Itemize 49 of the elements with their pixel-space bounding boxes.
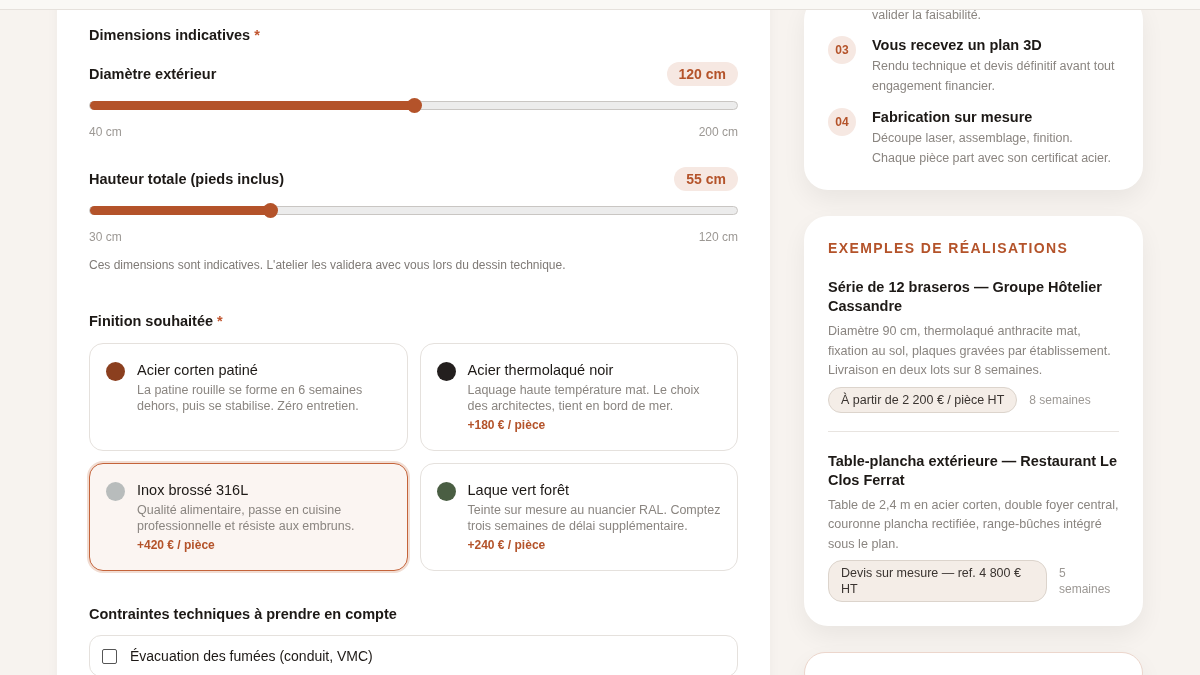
duration-text: 5 semaines	[1059, 565, 1112, 597]
option-title: Acier thermolaqué noir	[467, 361, 615, 380]
example-title: Série de 12 braseros — Groupe Hôtelier Cassandre	[828, 278, 1103, 316]
example-title: Table-plancha extérieure — Restaurant Le Clos Ferrat	[828, 451, 1119, 490]
step-number: 04	[828, 108, 856, 136]
range-min: 30 cm	[89, 230, 122, 244]
section-label: Finition souhaitée *	[89, 312, 224, 330]
card-heading: EXEMPLES DE RÉALISATIONS	[828, 240, 1070, 256]
checkbox[interactable]	[102, 648, 117, 664]
price-tag: À partir de 2 200 € / pièce HT	[828, 386, 1018, 413]
option-description: Laquage haute température mat. Le choix des architectes, tient en bord de mer.	[467, 382, 701, 414]
option-title: Laque vert forêt	[467, 481, 571, 500]
option-description: Teinte sur mesure au nuancier RAL. Comptez trois semaines de délai supplémentaire.	[467, 502, 721, 534]
option-description: La patine rouille se forme en 6 semaines dehors, puis se stabilise. Zéro entretien.	[137, 382, 364, 414]
example-description: Diamètre 90 cm, thermolaqué anthracite mat, fixation au sol, plaques gravées par établissement. Livraison en deux lots sur 8 semaines.	[828, 323, 1112, 379]
option-title: Inox brossé 316L	[137, 481, 250, 500]
step-description: valider la faisabilité.	[872, 7, 983, 24]
finish-option[interactable]: Laque vert forêt Teinte sur mesure au nuancier RAL. Comptez trois semaines de délai supplémentaire. +240 € / pièce	[419, 463, 738, 571]
step-title: Fabrication sur mesure	[872, 108, 1034, 126]
option-price: +420 € / pièce	[137, 538, 216, 552]
slider-thumb[interactable]	[406, 98, 422, 113]
range-min: 40 cm	[89, 125, 122, 139]
step-title: Vous recevez un plan 3D	[872, 36, 1043, 54]
slider-track[interactable]	[89, 206, 738, 215]
option-price: +240 € / pièce	[467, 538, 547, 552]
value-badge: 120 cm	[666, 62, 738, 86]
section-label: Contraintes techniques à prendre en compte	[89, 605, 398, 623]
finish-option[interactable]: Acier thermolaqué noir Laquage haute température mat. Le choix des architectes, tient en bord de mer. +180 € / pièce	[419, 343, 738, 451]
step-description: Rendu technique et devis définitif avant tout engagement financier.	[872, 58, 1116, 95]
slider-track[interactable]	[89, 101, 738, 110]
value-badge: 55 cm	[674, 167, 738, 191]
checkbox-label: Évacuation des fumées (conduit, VMC)	[130, 648, 373, 664]
example-description: Table de 2,4 m en acier corten, double foyer central, couronne plancha rectifiée, range-bûches intégré sous le plan.	[828, 496, 1119, 553]
section-label: Dimensions indicatives *	[89, 26, 261, 44]
option-price: +180 € / pièce	[467, 418, 547, 432]
option-description: Qualité alimentaire, passe en cuisine professionnelle et résiste aux embruns.	[137, 502, 356, 534]
finish-option[interactable]: Acier corten patiné La patine rouille se forme en 6 semaines dehors, puis se stabilise. Zéro entretien.	[89, 343, 408, 451]
range-max: 120 cm	[698, 230, 738, 244]
duration-text: 8 semaines	[1029, 391, 1092, 408]
option-title: Acier corten patiné	[137, 361, 259, 380]
finish-option[interactable]: Inox brossé 316L Qualité alimentaire, passe en cuisine professionnelle et résiste aux embruns. +420 € / pièce	[89, 463, 408, 571]
range-max: 200 cm	[698, 125, 738, 139]
slider-label: Diamètre extérieur	[89, 66, 217, 82]
step-number: 03	[828, 36, 856, 64]
price-tag: Devis sur mesure — ref. 4 800 € HT	[828, 560, 1047, 602]
helper-text: Ces dimensions sont indicatives. L'atelier les validera avec vous lors du dessin technique.	[89, 258, 567, 272]
slider-label: Hauteur totale (pieds inclus)	[89, 171, 284, 187]
slider-thumb[interactable]	[262, 203, 278, 218]
step-description: Découpe laser, assemblage, finition. Chaque pièce part avec son certificat acier.	[872, 130, 1113, 167]
